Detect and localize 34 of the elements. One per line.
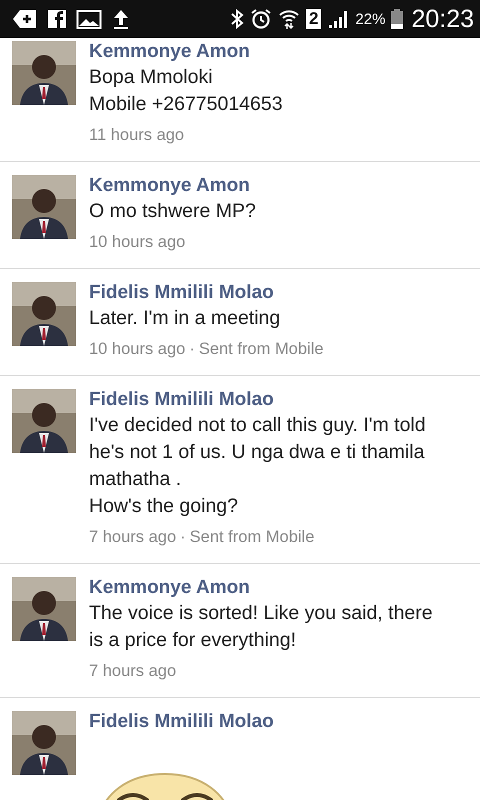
- timestamp: 7 hours ago: [89, 527, 176, 548]
- message-text: O mo tshwere MP?: [89, 199, 257, 224]
- message-text: How's the going?: [89, 494, 239, 519]
- battery-icon: [391, 8, 404, 30]
- sender-name[interactable]: Fidelis Mmilili Molao: [89, 388, 452, 412]
- sender-name[interactable]: Kemmonye Amon: [89, 40, 452, 64]
- separator-dot: ·: [189, 339, 195, 360]
- clock: 20:23: [411, 4, 474, 34]
- sent-from-label: Sent from Mobile: [198, 339, 324, 360]
- timestamp: 7 hours ago: [89, 661, 176, 682]
- message-text: Mobile +26775014653: [89, 92, 284, 117]
- add-icon: [12, 8, 38, 30]
- facebook-icon: [47, 8, 67, 30]
- timestamp: 10 hours ago: [89, 339, 186, 360]
- message-text: Later. I'm in a meeting: [89, 306, 282, 331]
- message-text: The voice is sorted! Like you said, there is a price for everything!: [89, 601, 434, 653]
- sim-badge: 2: [306, 9, 322, 29]
- timestamp: 10 hours ago: [89, 232, 186, 253]
- timestamp: 11 hours ago: [89, 125, 184, 146]
- sender-name[interactable]: Fidelis Mmilili Molao: [89, 710, 452, 734]
- wifi-icon: [278, 8, 300, 30]
- alarm-icon: [250, 8, 272, 30]
- upload-icon: [111, 8, 131, 30]
- message-text: I've decided not to call this guy. I'm told he's not 1 of us. U nga dwa e ti thamila mathatha .: [89, 413, 427, 492]
- sender-name[interactable]: Kemmonye Amon: [89, 576, 452, 600]
- sender-name[interactable]: Fidelis Mmilili Molao: [89, 281, 452, 305]
- separator-dot: ·: [180, 527, 186, 548]
- signal-icon: [327, 8, 350, 30]
- sent-from-label: Sent from Mobile: [190, 527, 314, 548]
- message-text: Bopa Mmoloki: [89, 65, 214, 90]
- image-icon: [76, 8, 102, 30]
- battery-percent: 22%: [355, 10, 386, 28]
- bluetooth-icon: [230, 8, 244, 30]
- sender-name[interactable]: Kemmonye Amon: [89, 174, 452, 198]
